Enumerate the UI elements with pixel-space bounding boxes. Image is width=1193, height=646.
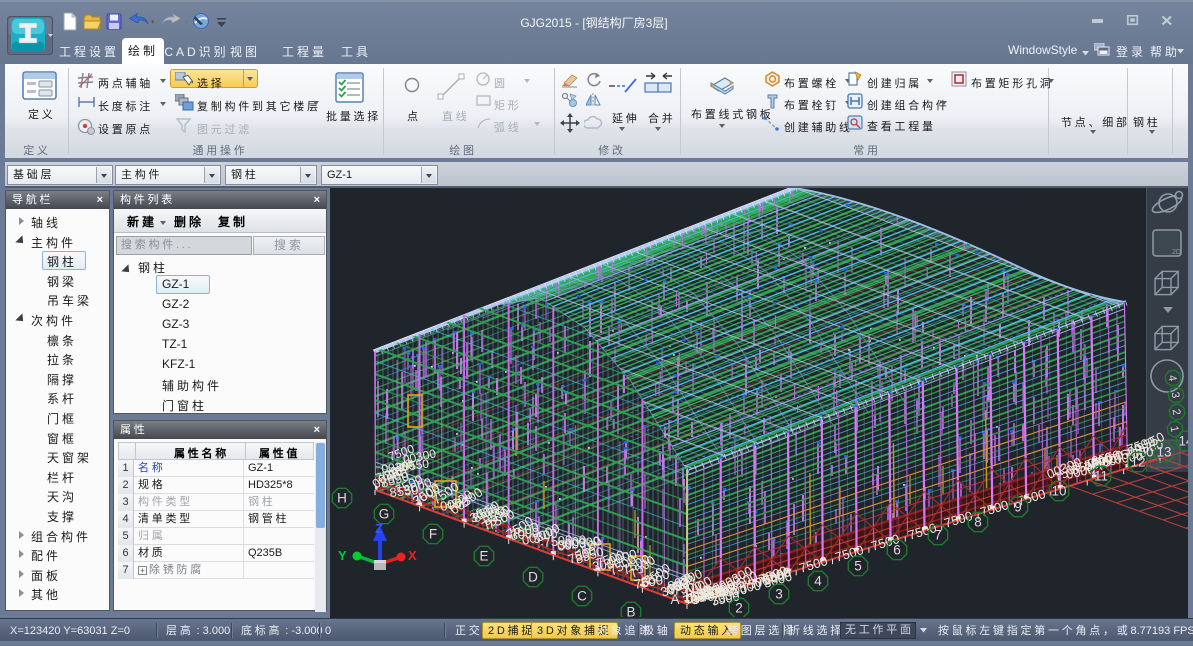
- svg-text:2: 2: [735, 601, 743, 616]
- svg-text:Z: Z: [375, 521, 383, 536]
- svg-text:2D: 2D: [1172, 249, 1181, 256]
- svg-text:D: D: [528, 570, 538, 585]
- svg-text:11: 11: [1094, 469, 1108, 484]
- svg-text:G: G: [379, 507, 390, 522]
- svg-text:10: 10: [1051, 484, 1066, 499]
- svg-text:X: X: [408, 548, 417, 563]
- svg-text:Y: Y: [338, 548, 347, 563]
- svg-text:5: 5: [854, 559, 862, 574]
- svg-text:7: 7: [934, 528, 942, 543]
- svg-text:12: 12: [1130, 455, 1145, 470]
- svg-text:E: E: [479, 549, 488, 564]
- svg-text:4: 4: [814, 574, 822, 589]
- svg-text:13: 13: [1156, 445, 1171, 460]
- svg-text:A: A: [670, 592, 679, 607]
- svg-text:F: F: [429, 527, 437, 542]
- svg-text:9: 9: [1014, 500, 1022, 515]
- svg-text:3: 3: [775, 587, 783, 602]
- svg-text:6: 6: [893, 543, 901, 558]
- svg-text:B: B: [626, 605, 635, 618]
- svg-text:H: H: [337, 491, 347, 506]
- svg-text:C: C: [577, 589, 587, 604]
- svg-text:8: 8: [974, 515, 982, 530]
